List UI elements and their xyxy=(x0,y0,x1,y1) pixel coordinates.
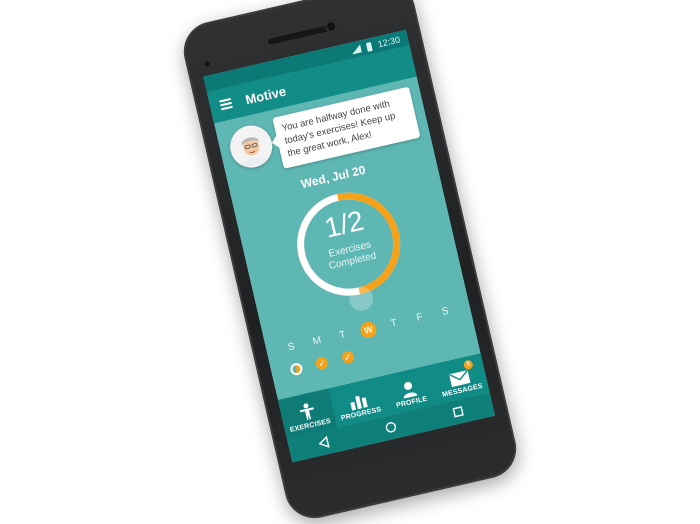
home-circle-icon xyxy=(385,422,397,433)
person-exercise-icon xyxy=(299,403,314,420)
day-letter: M xyxy=(311,334,323,348)
day-friday[interactable]: F xyxy=(407,308,437,348)
app-title: Motive xyxy=(243,83,288,107)
phone-screen: 12:30 Motive You are halfway done with t… xyxy=(203,29,495,463)
recents-square-icon xyxy=(452,406,465,418)
day-letter-today: W xyxy=(358,320,379,340)
back-button[interactable] xyxy=(307,430,341,456)
progress-ring: 1/2 Exercises Completed xyxy=(281,177,415,311)
menu-icon[interactable] xyxy=(219,97,233,111)
day-letter: T xyxy=(389,317,399,330)
messages-badge: 1 xyxy=(462,359,474,371)
phone-device: 12:30 Motive You are halfway done with t… xyxy=(177,0,523,524)
proximity-sensor xyxy=(203,60,210,67)
day-monday[interactable]: M ✓ xyxy=(305,331,335,371)
day-letter: S xyxy=(440,305,450,318)
bar-chart-icon xyxy=(350,395,368,411)
coach-avatar xyxy=(226,121,277,172)
day-letter: S xyxy=(286,341,296,354)
recents-button[interactable] xyxy=(442,399,476,425)
checkmark-icon: ✓ xyxy=(314,355,330,371)
signal-icon xyxy=(351,44,363,54)
day-letter: F xyxy=(415,311,424,324)
battery-icon xyxy=(366,41,374,52)
day-sunday[interactable]: S xyxy=(279,337,309,377)
day-letter: T xyxy=(338,329,347,342)
checkmark-icon: ✓ xyxy=(340,350,355,365)
day-thursday[interactable]: T xyxy=(382,314,412,354)
day-tuesday[interactable]: T ✓ xyxy=(330,326,360,366)
back-triangle-icon xyxy=(318,435,330,448)
day-wednesday[interactable]: W xyxy=(356,320,386,360)
day-saturday[interactable]: S xyxy=(433,302,463,342)
day-partial-indicator xyxy=(289,361,304,377)
person-icon xyxy=(403,381,418,399)
home-button[interactable] xyxy=(374,414,408,440)
coach-message-text: You are halfway done with today's exerci… xyxy=(280,98,397,160)
earpiece-speaker xyxy=(267,24,334,46)
